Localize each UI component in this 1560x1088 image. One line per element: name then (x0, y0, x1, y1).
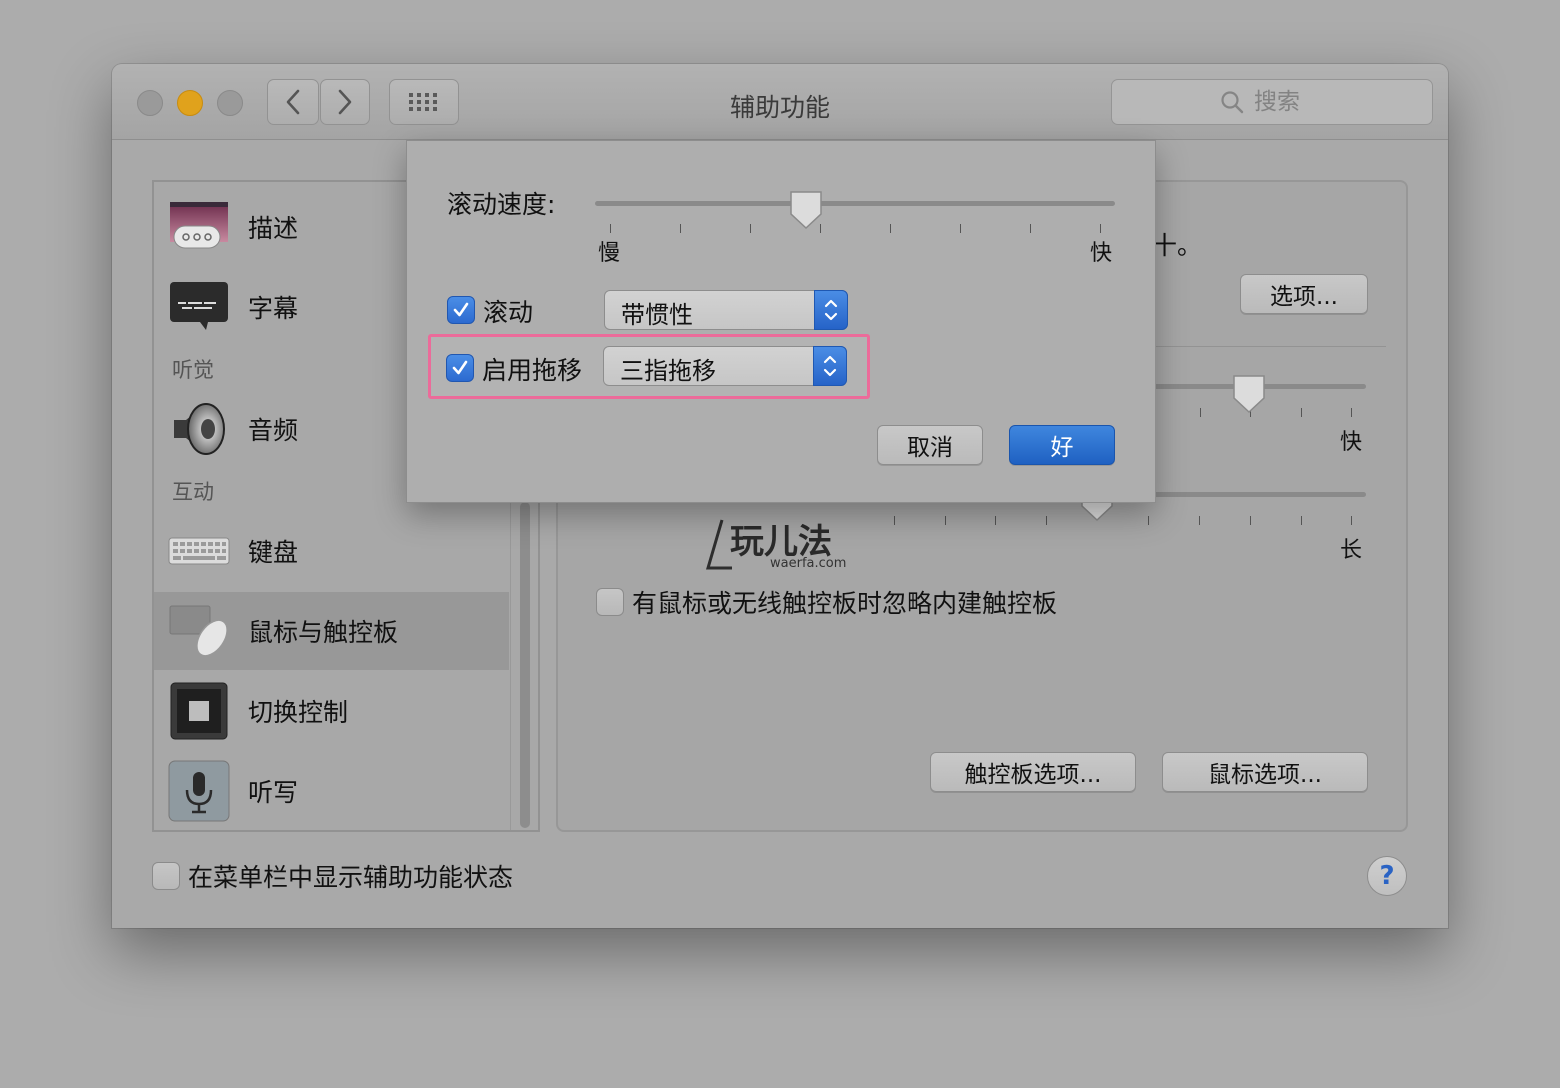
cancel-button[interactable]: 取消 (877, 425, 983, 465)
watermark: 玩儿法 waerfa.com (704, 514, 864, 574)
tick-mark (890, 224, 891, 233)
tick-mark (1301, 516, 1302, 525)
sidebar-section-hearing: 听觉 (172, 358, 214, 382)
slow-label: 慢 (598, 241, 621, 266)
microphone-icon (168, 760, 230, 822)
drag-mode-popup[interactable]: 三指拖移 (603, 346, 847, 386)
scroll-mode-value: 带惯性 (621, 301, 693, 329)
tick-mark (894, 516, 895, 525)
sidebar-item-dictation[interactable]: 听写 (154, 752, 509, 830)
slider-fast-label: 快 (1340, 430, 1363, 455)
drag-option-highlight: 启用拖移 三指拖移 (428, 334, 870, 399)
scroll-checkbox[interactable] (447, 296, 475, 324)
tick-mark (1046, 516, 1047, 525)
tick-mark (610, 224, 611, 233)
double-click-speed-thumb[interactable] (1232, 374, 1266, 414)
fast-label: 快 (1090, 241, 1113, 266)
divider (1156, 346, 1386, 347)
mouse-options-button[interactable]: 鼠标选项... (1162, 752, 1368, 792)
sidebar-item-label: 音频 (248, 416, 299, 445)
popup-arrows-icon (814, 290, 848, 330)
sidebar-item-label: 字幕 (248, 294, 299, 323)
tick-mark (1148, 516, 1149, 525)
show-status-in-menubar-checkbox[interactable] (152, 862, 180, 890)
partial-description-text: 十。 (1152, 231, 1203, 260)
ok-button[interactable]: 好 (1009, 425, 1115, 465)
tick-mark (1030, 224, 1031, 233)
checkmark-icon (452, 360, 468, 375)
sidebar-item-keyboard[interactable]: 键盘 (154, 512, 509, 590)
tick-mark (1100, 224, 1101, 233)
checkmark-icon (453, 302, 469, 317)
tick-mark (995, 516, 996, 525)
tick-mark (750, 224, 751, 233)
watermark-url: waerfa.com (770, 556, 847, 571)
options-button[interactable]: 选项... (1240, 274, 1368, 314)
descriptions-icon (170, 202, 228, 249)
search-field[interactable] (1111, 79, 1433, 125)
tick-mark (1351, 408, 1352, 417)
tick-mark (945, 516, 946, 525)
tick-mark (1250, 516, 1251, 525)
tick-mark (680, 224, 681, 233)
sidebar-item-label: 鼠标与触控板 (248, 618, 399, 647)
scroll-speed-thumb[interactable] (789, 190, 823, 230)
sidebar-item-label: 键盘 (248, 538, 299, 567)
keyboard-icon (168, 537, 230, 565)
enable-dragging-checkbox[interactable] (446, 354, 474, 382)
drag-mode-value: 三指拖移 (620, 357, 716, 385)
scroll-speed-label: 滚动速度: (447, 190, 556, 219)
enable-dragging-label: 启用拖移 (482, 356, 583, 385)
tick-mark (1351, 516, 1352, 525)
trackpad-options-button[interactable]: 触控板选项... (930, 752, 1136, 792)
switch-control-icon (170, 682, 228, 740)
captions-icon (170, 282, 228, 330)
ignore-trackpad-checkbox[interactable] (596, 588, 624, 616)
speaker-icon (174, 403, 225, 455)
sidebar-item-label: 描述 (248, 214, 299, 243)
ignore-trackpad-label: 有鼠标或无线触控板时忽略内建触控板 (632, 589, 1058, 618)
tick-mark (1200, 408, 1201, 417)
title-bar: 辅助功能 (112, 64, 1448, 140)
sidebar-item-mouse-trackpad[interactable]: 鼠标与触控板 (154, 592, 509, 670)
sidebar-item-label: 切换控制 (248, 698, 349, 727)
mouse-trackpad-icon (169, 605, 228, 657)
help-button[interactable]: ? (1367, 856, 1407, 896)
sidebar-section-interaction: 互动 (172, 480, 214, 504)
scroll-mode-popup[interactable]: 带惯性 (604, 290, 848, 330)
sidebar-item-label: 听写 (248, 778, 299, 807)
scrollbar-thumb[interactable] (520, 502, 530, 828)
tick-mark (960, 224, 961, 233)
sidebar-item-switch-control[interactable]: 切换控制 (154, 672, 509, 750)
tick-mark (1301, 408, 1302, 417)
slider-long-label: 长 (1340, 538, 1363, 563)
show-status-in-menubar-label: 在菜单栏中显示辅助功能状态 (188, 863, 514, 892)
scroll-speed-slider[interactable] (595, 201, 1115, 206)
search-input[interactable] (1254, 89, 1324, 115)
search-icon (1221, 91, 1244, 114)
popup-arrows-icon (813, 346, 847, 386)
tick-mark (1199, 516, 1200, 525)
scroll-checkbox-label: 滚动 (483, 298, 534, 327)
